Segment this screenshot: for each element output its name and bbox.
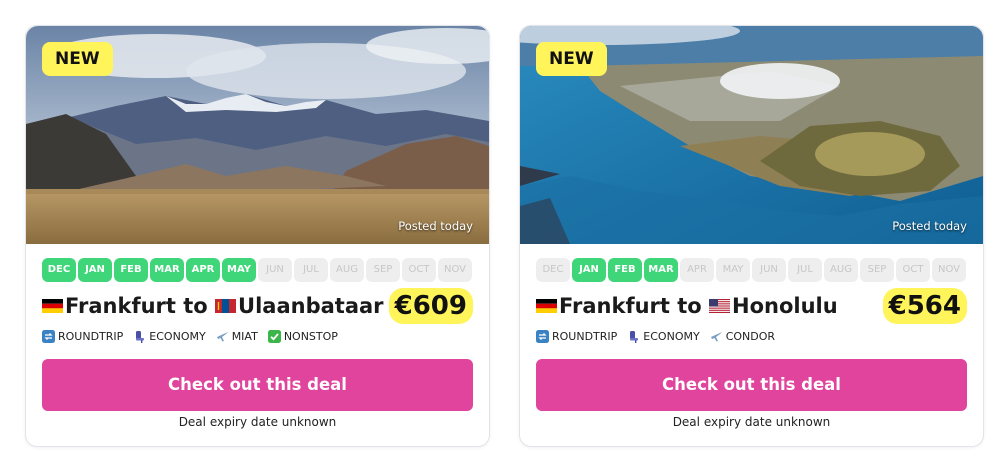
month-jan: JAN (572, 258, 606, 282)
new-badge: NEW (536, 42, 607, 76)
origin-city: Frankfurt (65, 294, 176, 318)
tag-economy: ECONOMY (133, 330, 206, 343)
deal-expiry: Deal expiry date unknown (672, 415, 831, 429)
month-feb: FEB (608, 258, 642, 282)
month-dec: DEC (42, 258, 76, 282)
month-jul: JUL (294, 258, 328, 282)
plane-icon (216, 330, 229, 343)
route-title: Frankfurt to Ulaanbataar (42, 289, 384, 323)
tag-roundtrip: ROUNDTRIP (42, 330, 123, 343)
month-aug: AUG (330, 258, 364, 282)
deal-tags: ROUNDTRIP ECONOMY CONDOR (536, 330, 775, 343)
deal-tags: ROUNDTRIP ECONOMY MIAT NONSTOP (42, 330, 338, 343)
new-badge: NEW (42, 42, 113, 76)
month-may: MAY (716, 258, 750, 282)
month-jun: JUN (752, 258, 786, 282)
route-connector: to (183, 294, 208, 318)
origin-city: Frankfurt (559, 294, 670, 318)
month-oct: OCT (402, 258, 436, 282)
month-dec: DEC (536, 258, 570, 282)
price: €564 (882, 288, 967, 324)
month-nov: NOV (932, 258, 966, 282)
travel-months: DEC JAN FEB MAR APR MAY JUN JUL AUG SEP … (42, 258, 472, 282)
month-jun: JUN (258, 258, 292, 282)
deal-card[interactable]: NEW Posted today DEC JAN FEB MAR APR MAY… (25, 25, 490, 447)
posted-date: Posted today (398, 219, 473, 233)
check-deal-button[interactable]: Check out this deal (536, 359, 967, 411)
usa-flag-icon (709, 299, 731, 313)
destination-photo[interactable]: NEW Posted today (26, 26, 489, 244)
destination-city: Honolulu (732, 294, 838, 318)
month-mar: MAR (644, 258, 678, 282)
month-oct: OCT (896, 258, 930, 282)
month-sep: SEP (860, 258, 894, 282)
month-sep: SEP (366, 258, 400, 282)
month-apr: APR (680, 258, 714, 282)
route-connector: to (677, 294, 702, 318)
deal-card[interactable]: NEW Posted today DEC JAN FEB MAR APR MAY… (519, 25, 984, 447)
mongolia-flag-icon (215, 299, 237, 313)
germany-flag-icon (42, 299, 63, 313)
check-deal-button[interactable]: Check out this deal (42, 359, 473, 411)
month-may: MAY (222, 258, 256, 282)
tag-airline: MIAT (216, 330, 258, 343)
roundtrip-icon (42, 330, 55, 343)
seat-icon (627, 330, 640, 343)
tag-economy: ECONOMY (627, 330, 700, 343)
month-jan: JAN (78, 258, 112, 282)
tag-roundtrip: ROUNDTRIP (536, 330, 617, 343)
roundtrip-icon (536, 330, 549, 343)
month-aug: AUG (824, 258, 858, 282)
month-mar: MAR (150, 258, 184, 282)
month-jul: JUL (788, 258, 822, 282)
germany-flag-icon (536, 299, 557, 313)
route-title: Frankfurt to Honolulu (536, 289, 838, 323)
destination-photo[interactable]: NEW Posted today (520, 26, 983, 244)
deal-expiry: Deal expiry date unknown (178, 415, 337, 429)
plane-icon (710, 330, 723, 343)
month-feb: FEB (114, 258, 148, 282)
tag-nonstop: NONSTOP (267, 330, 338, 343)
tag-airline: CONDOR (710, 330, 775, 343)
destination-city: Ulaanbataar (238, 294, 384, 318)
travel-months: DEC JAN FEB MAR APR MAY JUN JUL AUG SEP … (536, 258, 966, 282)
posted-date: Posted today (892, 219, 967, 233)
seat-icon (133, 330, 146, 343)
month-nov: NOV (438, 258, 472, 282)
price: €609 (388, 288, 473, 324)
month-apr: APR (186, 258, 220, 282)
check-icon (267, 330, 281, 343)
